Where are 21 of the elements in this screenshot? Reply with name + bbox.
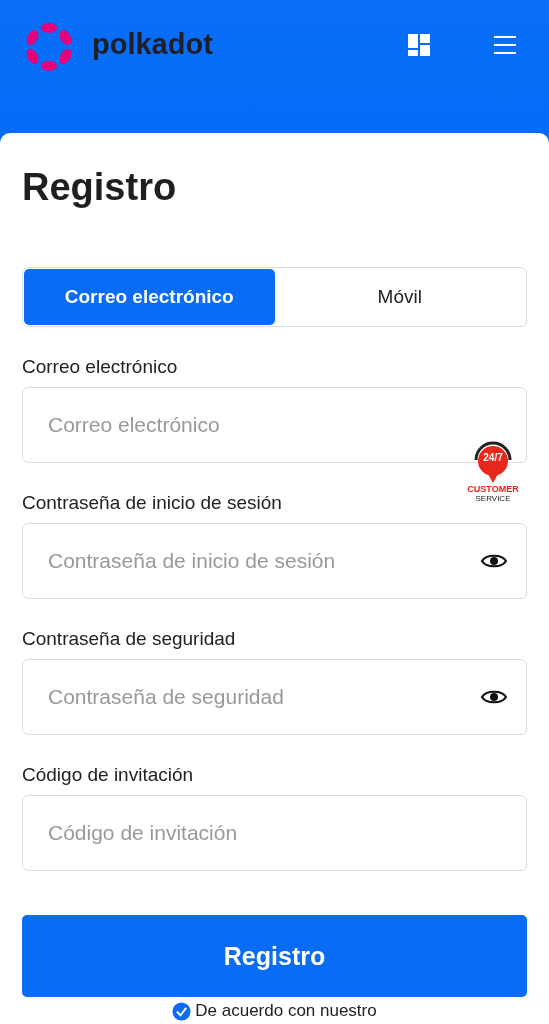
badge-caption: CUSTOMER (467, 484, 519, 494)
tab[interactable]: Móvil (274, 269, 525, 325)
field-label: Contraseña de inicio de sesión (22, 491, 282, 515)
page-title: Registro (22, 165, 178, 210)
brand-name: polkadot (92, 28, 213, 61)
menu-icon[interactable] (493, 33, 517, 57)
field-label: Contraseña de seguridad (22, 627, 236, 651)
field-label: Código de invitación (22, 763, 194, 787)
headset-icon[interactable] (472, 440, 514, 484)
input-field[interactable]: Contraseña de inicio de sesión (22, 523, 527, 599)
tab[interactable]: Correo electrónico (24, 269, 275, 325)
checkbox[interactable] (172, 1001, 192, 1021)
badge-subcaption: SERVICE (475, 494, 511, 503)
grid-icon[interactable] (407, 33, 431, 57)
register-button[interactable]: Registro (22, 915, 527, 997)
logo-icon (24, 22, 74, 72)
hours-label: 24/7 (482, 452, 504, 463)
input-field[interactable]: Contraseña de seguridad (22, 659, 527, 735)
agreement-text: De acuerdo con nuestro (195, 1001, 377, 1021)
input-field[interactable]: Código de invitación (22, 795, 527, 871)
field-label: Correo electrónico (22, 355, 178, 379)
